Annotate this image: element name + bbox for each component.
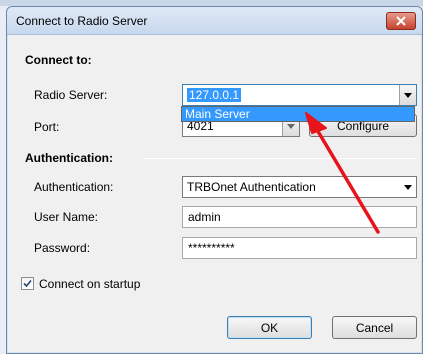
annotation-arrow [305, 112, 380, 234]
